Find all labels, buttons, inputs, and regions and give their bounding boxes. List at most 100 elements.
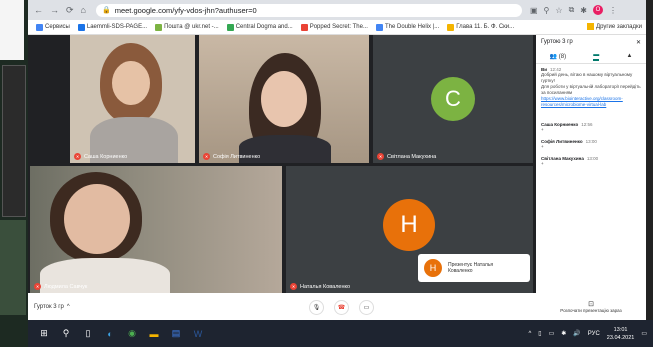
system-tray: ^ ▯ ▭ ✱ 🔊 РУС 13:01 23.04.2021 ▭: [528, 320, 647, 347]
close-icon[interactable]: ✕: [636, 39, 641, 46]
language-indicator[interactable]: РУС: [588, 331, 600, 337]
browser-toolbar: ← → ⟳ ⌂ 🔒 meet.google.com/yfy-vdos-jhn?a…: [28, 0, 646, 20]
notification-icon[interactable]: ▭: [641, 330, 647, 337]
zoom-icon[interactable]: ⚲: [544, 6, 550, 15]
bookmark-icon: [155, 23, 163, 31]
camera-button[interactable]: ▭: [359, 300, 374, 315]
other-bookmarks[interactable]: Другие закладки: [587, 23, 642, 30]
bookmark-icon: [447, 23, 455, 31]
folder-icon: [587, 23, 595, 30]
presenter-line2: Коваленко: [448, 268, 473, 274]
desktop-right-edge: [646, 0, 653, 347]
tab-activities[interactable]: ▲: [626, 53, 632, 59]
windows-start-icon[interactable]: ⊞: [38, 328, 50, 340]
participant-face: [261, 71, 307, 127]
mic-button[interactable]: 🎙: [309, 300, 324, 315]
search-icon[interactable]: ⚲: [60, 328, 72, 340]
bookmark-icon: [77, 23, 85, 31]
word-icon[interactable]: W: [192, 328, 204, 340]
presenter-avatar: H: [424, 259, 442, 277]
meeting-controls-bar: Гурток 3 гр ^ 🎙 ☎ ▭: [28, 293, 536, 320]
present-icon: ⊡: [588, 301, 594, 308]
participant-name: ✕ Світлана Макухина: [377, 153, 437, 160]
bluetooth-icon[interactable]: ✱: [561, 330, 566, 337]
participant-name: ✕ Наталья Коваленко: [290, 283, 351, 290]
chat-link[interactable]: https://www.biointeractive.org/classroom…: [541, 96, 641, 108]
mic-off-icon: ✕: [34, 283, 41, 290]
volume-icon[interactable]: 🔊: [573, 330, 580, 337]
chat-message: Софія Литвиненко 13:00 +: [541, 139, 597, 149]
video-icon: ▭: [363, 305, 370, 311]
presenter-tile[interactable]: H H Презентує Наталья Коваленко ✕ Наталья …: [286, 166, 533, 293]
chevron-up-icon[interactable]: ^: [528, 331, 531, 337]
forward-icon[interactable]: →: [50, 5, 59, 16]
home-icon[interactable]: ⌂: [81, 5, 86, 16]
participant-name: ✕ Софія Литвиненко: [203, 153, 261, 160]
network-icon[interactable]: ▯: [538, 330, 541, 337]
participant-avatar: C: [431, 77, 475, 121]
presenter-card: H Презентує Наталья Коваленко: [418, 254, 530, 282]
windows-taskbar: ⊞ ⚲ ▯ ◐ ◉ ▬ ▤ W ^ ▯ ▭ ✱ 🔊 РУС 13:01 23.04…: [28, 320, 653, 347]
mic-off-icon: ✕: [74, 153, 81, 160]
background-window-dark: [2, 65, 26, 217]
bookmark-item[interactable]: Laemmli-SDS-PAGE...: [77, 23, 147, 31]
panel-title: Гуртою 3 гр: [541, 39, 573, 45]
task-view-icon[interactable]: ▯: [82, 328, 94, 340]
bookmark-item[interactable]: Пошта @ ukr.net -...: [155, 23, 219, 31]
chevron-up-icon[interactable]: ^: [67, 304, 70, 310]
star-icon[interactable]: ☆: [555, 6, 562, 15]
apps-icon: [36, 23, 43, 31]
edge-icon[interactable]: ◐: [104, 328, 116, 340]
participant-face: [112, 61, 150, 105]
bookmark-item[interactable]: Сервисы: [36, 23, 70, 31]
phone-icon: ☎: [337, 305, 346, 311]
profile-avatar[interactable]: O: [593, 5, 603, 15]
meeting-caption[interactable]: Гурток 3 гр: [34, 304, 64, 310]
bookmarks-bar: Сервисы Laemmli-SDS-PAGE... Пошта @ ukr.…: [28, 20, 646, 35]
reload-icon[interactable]: ⟳: [66, 5, 74, 16]
mic-icon: 🎙: [312, 305, 321, 311]
participant-name: ✕ Саша Корниенко: [74, 153, 128, 160]
participant-tile[interactable]: ✕ Саша Корниенко: [70, 35, 195, 163]
address-bar[interactable]: 🔒 meet.google.com/yfy-vdos-jhn?authuser=…: [95, 3, 522, 17]
meet-stage: ✕ Саша Корниенко ✕ Софія Литвиненко C ✕ Сві…: [28, 35, 533, 293]
participant-avatar: H: [383, 199, 435, 251]
tab-chat[interactable]: ▬: [593, 52, 600, 61]
desktop-left-edge: [0, 0, 28, 347]
youtube-icon: [300, 23, 308, 31]
participant-tile[interactable]: C ✕ Світлана Макухина: [373, 35, 533, 163]
mic-off-icon: ✕: [377, 153, 384, 160]
app-icon[interactable]: ▤: [170, 328, 182, 340]
background-window-white: [0, 0, 24, 60]
extension-icon[interactable]: ⧉: [569, 5, 575, 15]
chat-message: Світлана Макухина 13:00 +: [541, 156, 599, 166]
chat-message: Ви 12:42 Добрий день, вітаю в нашому вірт…: [541, 67, 641, 108]
battery-icon[interactable]: ▭: [549, 330, 555, 337]
back-icon[interactable]: ←: [34, 5, 43, 16]
url-text: meet.google.com/yfy-vdos-jhn?authuser=0: [114, 5, 257, 15]
explorer-icon[interactable]: ▬: [148, 328, 160, 340]
background-window-green: [0, 220, 26, 315]
hangup-button[interactable]: ☎: [334, 300, 349, 315]
participant-face: [64, 184, 130, 254]
bookmark-item[interactable]: The Double Helix |...: [375, 23, 439, 31]
puzzle-icon[interactable]: ✱: [580, 6, 587, 15]
camera-icon[interactable]: ▣: [530, 6, 538, 15]
participant-tile[interactable]: ✕ Софія Литвиненко: [199, 35, 369, 163]
clock[interactable]: 13:01 23.04.2021: [607, 326, 635, 342]
mic-off-icon: ✕: [203, 153, 210, 160]
bookmark-item[interactable]: Popped Secret: The...: [300, 23, 368, 31]
participant-tile[interactable]: ✕ Людмила Савчук: [30, 166, 282, 293]
chat-panel: Гуртою 3 гр ✕ 👥 (8) ▬ ▲ Ви 12:42 Добрий д…: [536, 35, 646, 320]
tab-people[interactable]: 👥 (8): [550, 53, 566, 60]
participant-name: ✕ Людмила Савчук: [34, 283, 88, 290]
bookmark-icon: [375, 23, 383, 31]
bookmark-item[interactable]: Central Dogma and...: [226, 23, 293, 31]
browser-window: ← → ⟳ ⌂ 🔒 meet.google.com/yfy-vdos-jhn?a…: [28, 0, 646, 320]
present-now-button[interactable]: ⊡ Розпочати презентацію зараз: [536, 293, 646, 320]
chrome-icon[interactable]: ◉: [126, 328, 138, 340]
menu-icon[interactable]: ⋮: [609, 6, 617, 15]
bookmark-icon: [226, 23, 234, 31]
mic-off-icon: ✕: [290, 283, 297, 290]
bookmark-item[interactable]: Глава 11. Б. Ф. Ски...: [447, 23, 514, 31]
